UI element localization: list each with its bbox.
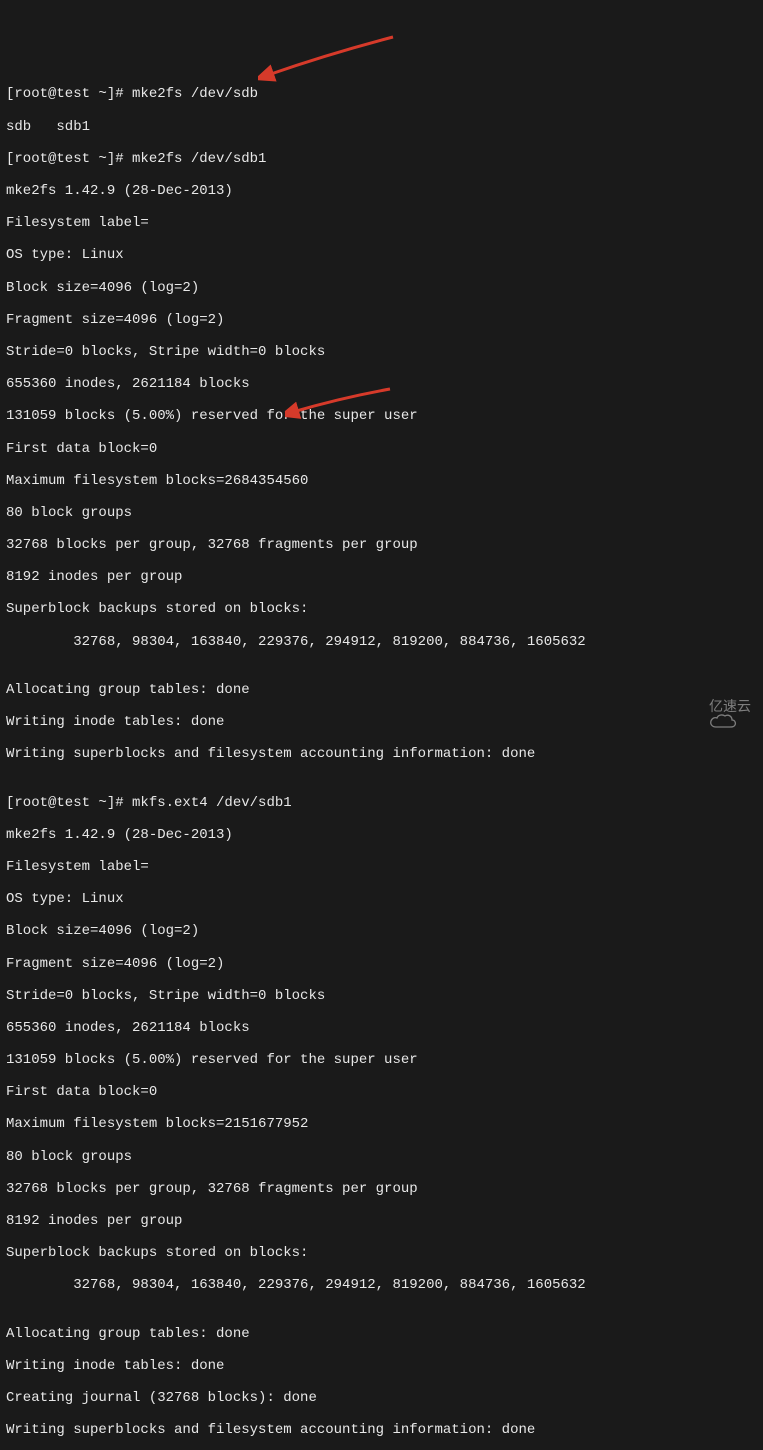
output-line: Maximum filesystem blocks=2684354560: [6, 473, 757, 489]
watermark-text: 亿速云: [709, 698, 751, 714]
output-line: Superblock backups stored on blocks:: [6, 1245, 757, 1261]
output-line: First data block=0: [6, 441, 757, 457]
cloud-logo-icon: [675, 697, 703, 715]
output-line: Fragment size=4096 (log=2): [6, 312, 757, 328]
output-line: Allocating group tables: done: [6, 682, 757, 698]
prompt-line: [root@test ~]# mke2fs /dev/sdb: [6, 86, 757, 102]
output-line: First data block=0: [6, 1084, 757, 1100]
output-line: Stride=0 blocks, Stripe width=0 blocks: [6, 344, 757, 360]
terminal-output[interactable]: [root@test ~]# mke2fs /dev/sdb sdb sdb1 …: [6, 70, 757, 1450]
output-line: Writing superblocks and filesystem accou…: [6, 1422, 757, 1438]
output-line: Allocating group tables: done: [6, 1326, 757, 1342]
output-line: Filesystem label=: [6, 215, 757, 231]
output-line: mke2fs 1.42.9 (28-Dec-2013): [6, 183, 757, 199]
prompt-line: [root@test ~]# mke2fs /dev/sdb1: [6, 151, 757, 167]
output-line: 131059 blocks (5.00%) reserved for the s…: [6, 1052, 757, 1068]
output-line: Maximum filesystem blocks=2151677952: [6, 1116, 757, 1132]
output-line: Writing inode tables: done: [6, 714, 757, 730]
output-line: Creating journal (32768 blocks): done: [6, 1390, 757, 1406]
output-line: sdb sdb1: [6, 119, 757, 135]
output-line: 655360 inodes, 2621184 blocks: [6, 1020, 757, 1036]
output-line: Block size=4096 (log=2): [6, 280, 757, 296]
output-line: 32768, 98304, 163840, 229376, 294912, 81…: [6, 1277, 757, 1293]
output-line: 32768 blocks per group, 32768 fragments …: [6, 537, 757, 553]
output-line: 32768, 98304, 163840, 229376, 294912, 81…: [6, 634, 757, 650]
output-line: 8192 inodes per group: [6, 569, 757, 585]
output-line: Superblock backups stored on blocks:: [6, 601, 757, 617]
output-line: 80 block groups: [6, 1149, 757, 1165]
output-line: Writing inode tables: done: [6, 1358, 757, 1374]
output-line: Writing superblocks and filesystem accou…: [6, 746, 757, 762]
output-line: mke2fs 1.42.9 (28-Dec-2013): [6, 827, 757, 843]
output-line: OS type: Linux: [6, 891, 757, 907]
output-line: Stride=0 blocks, Stripe width=0 blocks: [6, 988, 757, 1004]
output-line: Fragment size=4096 (log=2): [6, 956, 757, 972]
output-line: 80 block groups: [6, 505, 757, 521]
output-line: OS type: Linux: [6, 247, 757, 263]
output-line: 8192 inodes per group: [6, 1213, 757, 1229]
output-line: 655360 inodes, 2621184 blocks: [6, 376, 757, 392]
prompt-line: [root@test ~]# mkfs.ext4 /dev/sdb1: [6, 795, 757, 811]
output-line: Block size=4096 (log=2): [6, 923, 757, 939]
output-line: 32768 blocks per group, 32768 fragments …: [6, 1181, 757, 1197]
output-line: Filesystem label=: [6, 859, 757, 875]
watermark: 亿速云: [675, 697, 751, 715]
output-line: 131059 blocks (5.00%) reserved for the s…: [6, 408, 757, 424]
